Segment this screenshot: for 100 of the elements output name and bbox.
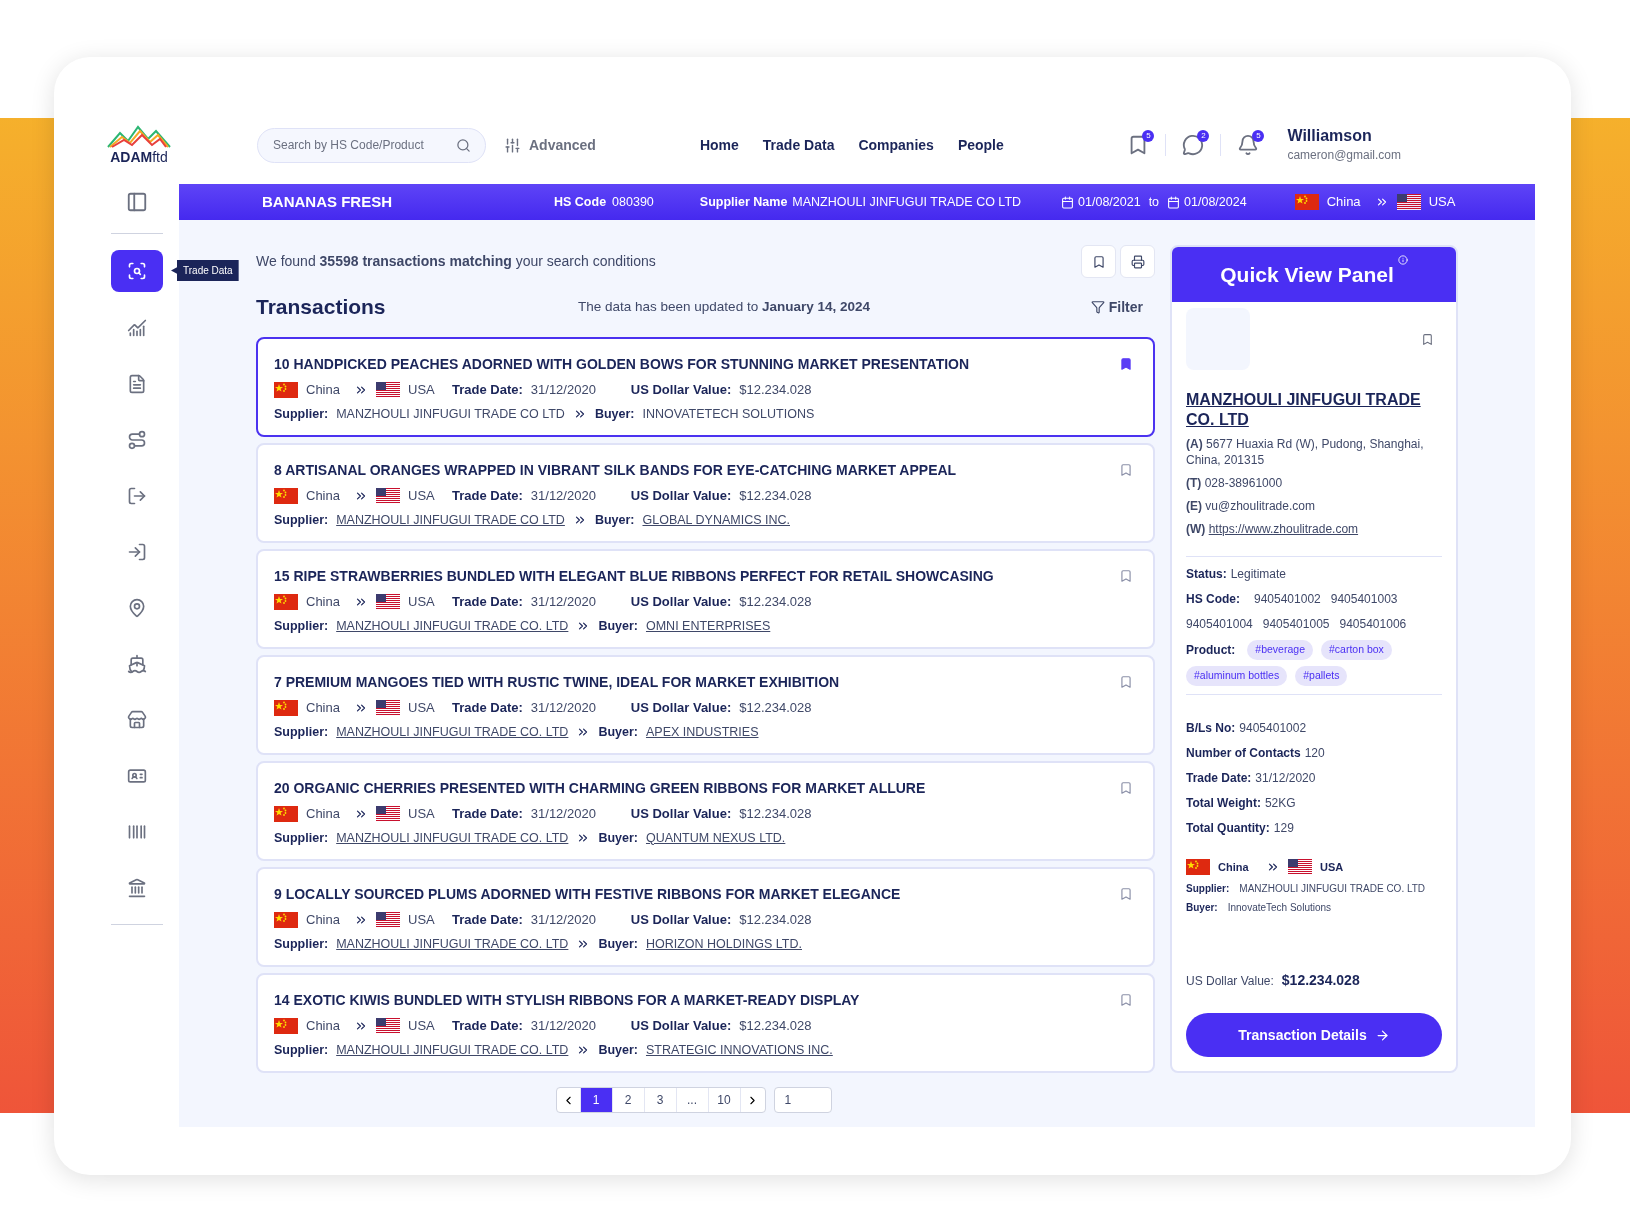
page-button[interactable]: 2 (612, 1088, 645, 1112)
product-tag[interactable]: #beverage (1247, 640, 1313, 660)
barcode-icon (127, 822, 147, 842)
trade-date: 31/12/2020 (530, 805, 597, 824)
trade-date: 31/12/2020 (530, 699, 597, 718)
company-name-link[interactable]: MANZHOULI JINFUGUI TRADE CO. LTD (1186, 390, 1442, 430)
supplier-label: Supplier: (274, 935, 329, 953)
nav-link[interactable]: Companies (858, 134, 934, 156)
transaction-title[interactable]: 15 RIPE STRAWBERRIES BUNDLED WITH ELEGANT BLUE RIBBONS PERFECT FOR RETAIL SHOWCASING (274, 565, 994, 587)
supplier-label: Supplier: (1186, 882, 1230, 896)
detail-label: B/Ls No: (1186, 719, 1236, 737)
page-button[interactable]: 3 (644, 1088, 677, 1112)
chat-icon[interactable] (1182, 134, 1205, 156)
hs-code: 9405401006 (1339, 616, 1407, 633)
product-label: Product: (1186, 641, 1236, 659)
info-icon[interactable] (1397, 255, 1408, 265)
transaction-title[interactable]: 9 LOCALLY SOURCED PLUMS ADORNED WITH FESTIVE RIBBONS FOR MARKET ELEGANCE (274, 883, 901, 905)
printer-icon (1130, 254, 1145, 269)
nav-link[interactable]: Home (699, 134, 739, 156)
trade-date-label: Trade Date: (452, 911, 523, 930)
supplier-link[interactable]: MANZHOULI JINFUGUI TRADE CO LTD (336, 510, 565, 530)
flag-icon (274, 700, 298, 716)
advanced-button[interactable]: Advanced (504, 134, 596, 156)
transaction-card[interactable]: 7 PREMIUM MANGOES TIED WITH RUSTIC TWINE, IDEAL FOR MARKET EXHIBITION China USA Trade Date: 31/12/2020 US Dollar Value: $12.234.028 Supplier: MANZHOULI JINFUGUI TRADE CO. LTD Buyer: APEX INDUSTRIES (256, 655, 1155, 755)
website-link[interactable]: https://www.zhoulitrade.com (1208, 522, 1359, 536)
supplier-label: Supplier: (274, 1041, 329, 1059)
product-tag[interactable]: #carton box (1320, 640, 1392, 660)
product-tag[interactable]: #aluminum bottles (1186, 665, 1288, 686)
flag-icon (376, 1018, 400, 1034)
dollar-value: $12.234.028 (1281, 971, 1360, 990)
chevrons-icon (354, 489, 368, 503)
flag-icon (274, 912, 298, 928)
panel-toggle-icon[interactable] (126, 191, 148, 213)
search-field[interactable]: Search by HS Code/Product (257, 127, 486, 163)
hs-code: 9405401003 (1330, 591, 1398, 608)
print-button[interactable] (1120, 245, 1155, 278)
transaction-details-button[interactable]: Transaction Details (1186, 1013, 1442, 1057)
flag-icon (274, 594, 298, 610)
dollar-value: $12.234.028 (739, 487, 812, 506)
origin-country: China (1326, 193, 1362, 212)
supplier-link[interactable]: MANZHOULI JINFUGUI TRADE CO LTD (336, 404, 565, 424)
trade-date: 31/12/2020 (530, 911, 597, 930)
value-label: US Dollar Value: (630, 381, 732, 400)
dollar-value: $12.234.028 (739, 593, 812, 612)
transaction-title[interactable]: 8 ARTISANAL ORANGES WRAPPED IN VIBRANT SILK BANDS FOR EYE-CATCHING MARKET APPEAL (274, 459, 957, 481)
search-icon (127, 261, 147, 281)
buyer-link[interactable]: INNOVATETECH SOLUTIONS (642, 404, 815, 424)
supplier-link[interactable]: MANZHOULI JINFUGUI TRADE CO. LTD (336, 828, 569, 848)
page-button[interactable]: 10 (708, 1088, 741, 1112)
bookmark-icon[interactable] (1421, 332, 1434, 346)
buyer-link[interactable]: OMNI ENTERPRISES (645, 616, 771, 636)
page-button[interactable]: ... (676, 1088, 709, 1112)
buyer-link[interactable]: STRATEGIC INNOVATIONS INC. (645, 1040, 833, 1060)
detail-value: 129 (1273, 819, 1294, 837)
destination-country: USA (408, 911, 435, 930)
trade-date-label: Trade Date: (452, 593, 523, 612)
page-jump-field[interactable]: 1 (773, 1087, 832, 1113)
chevrons-icon (354, 807, 368, 821)
transaction-card[interactable] (256, 337, 1155, 437)
trade-date-label: Trade Date: (452, 805, 523, 824)
detail-value: 9405401002 (1239, 719, 1307, 737)
bookmark-icon[interactable] (1119, 357, 1133, 371)
flag-icon (1186, 858, 1210, 875)
transaction-title[interactable]: 10 HANDPICKED PEACHES ADORNED WITH GOLDEN BOWS FOR STUNNING MARKET PRESENTATION (274, 353, 970, 375)
supplier-link[interactable]: MANZHOULI JINFUGUI TRADE CO. LTD (336, 616, 569, 636)
page-button[interactable]: 1 (580, 1088, 613, 1112)
buyer-label: Buyer: (594, 405, 635, 423)
nav-link[interactable]: Trade Data (762, 134, 835, 156)
value-label: US Dollar Value: (630, 699, 732, 718)
sidebar-item[interactable] (111, 250, 163, 292)
product-name: BANANAS FRESH (262, 191, 393, 212)
bookmark-button[interactable] (1081, 245, 1116, 278)
buyer-link[interactable]: HORIZON HOLDINGS LTD. (645, 934, 802, 954)
value-label: US Dollar Value: (630, 593, 732, 612)
calendar-icon (1167, 195, 1181, 209)
buyer-link[interactable]: QUANTUM NEXUS LTD. (645, 828, 786, 848)
buyer-link[interactable]: GLOBAL DYNAMICS INC. (642, 510, 790, 530)
nav-link[interactable]: People (957, 134, 1004, 156)
detail-label: Total Quantity: (1186, 819, 1270, 837)
supplier-link[interactable]: MANZHOULI JINFUGUI TRADE CO. LTD (336, 1040, 569, 1060)
filter-icon (1090, 300, 1105, 314)
transaction-title[interactable]: 20 ORGANIC CHERRIES PRESENTED WITH CHARMING GREEN RIBBONS FOR MARKET ALLURE (274, 777, 926, 799)
transaction-title[interactable]: 14 EXOTIC KIWIS BUNDLED WITH STYLISH RIBBONS FOR A MARKET-READY DISPLAY (274, 989, 860, 1011)
date-to: 01/08/2024 (1184, 193, 1247, 211)
search-icon[interactable] (456, 137, 471, 153)
trade-date: 31/12/2020 (530, 487, 597, 506)
buyer-link[interactable]: APEX INDUSTRIES (645, 722, 759, 742)
destination-country: USA (408, 1017, 435, 1036)
flag-icon (376, 912, 400, 928)
filter-button[interactable]: Filter (1090, 296, 1143, 318)
notification-count: 5 (1142, 130, 1155, 142)
flag-icon (376, 594, 400, 610)
section-title: Transactions (256, 294, 387, 321)
supplier-link[interactable]: MANZHOULI JINFUGUI TRADE CO. LTD (336, 722, 569, 742)
supplier-link[interactable]: MANZHOULI JINFUGUI TRADE CO. LTD (336, 934, 569, 954)
product-tag[interactable]: #pallets (1295, 665, 1348, 686)
bell-icon[interactable] (1237, 134, 1260, 156)
value-label: US Dollar Value: (630, 911, 732, 930)
user-name: Williamson (1287, 126, 1373, 146)
transaction-title[interactable]: 7 PREMIUM MANGOES TIED WITH RUSTIC TWINE, IDEAL FOR MARKET EXHIBITION (274, 671, 840, 693)
